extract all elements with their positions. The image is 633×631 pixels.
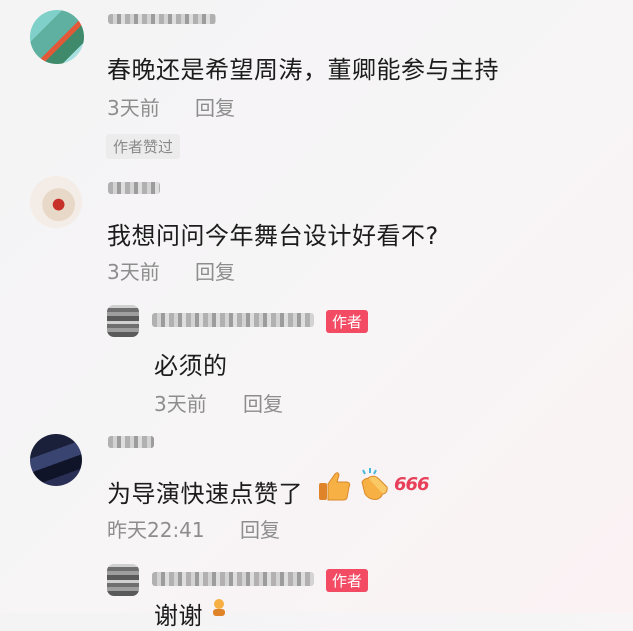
avatar[interactable] — [30, 434, 82, 486]
username[interactable] — [152, 313, 314, 327]
reply-button[interactable]: 回复 — [243, 388, 283, 417]
reply-button[interactable]: 回复 — [240, 514, 280, 543]
username[interactable] — [152, 572, 314, 586]
username[interactable] — [108, 436, 154, 448]
emoji-666: 666 — [394, 474, 430, 495]
avatar[interactable] — [107, 564, 139, 596]
comment-time: 3天前 — [107, 260, 160, 284]
author-badge: 作者 — [326, 310, 369, 333]
username[interactable] — [108, 182, 160, 194]
author-liked-badge: 作者赞过 — [106, 134, 181, 159]
reply-button[interactable]: 回复 — [195, 92, 235, 121]
reply-button[interactable]: 回复 — [195, 256, 235, 285]
comment-text: 春晚还是希望周涛，董卿能参与主持 — [107, 56, 499, 84]
author-badge: 作者 — [326, 569, 369, 592]
avatar[interactable] — [30, 10, 84, 64]
comment-text: 我想问问今年舞台设计好看不? — [107, 222, 439, 250]
reply-time: 3天前 — [154, 392, 207, 416]
avatar[interactable] — [30, 176, 82, 228]
comment-text: 为导演快速点赞了 — [107, 480, 303, 508]
thumbs-up-icon — [319, 472, 351, 501]
avatar[interactable] — [107, 305, 139, 337]
clapping-hands-icon — [361, 468, 388, 500]
username[interactable] — [108, 14, 216, 24]
reply-text: 谢谢 — [154, 602, 203, 630]
comment-time: 3天前 — [107, 96, 160, 120]
comment-time: 昨天22:41 — [107, 518, 205, 542]
bowing-emoji-icon — [213, 599, 225, 616]
reply-text: 必须的 — [154, 352, 228, 380]
